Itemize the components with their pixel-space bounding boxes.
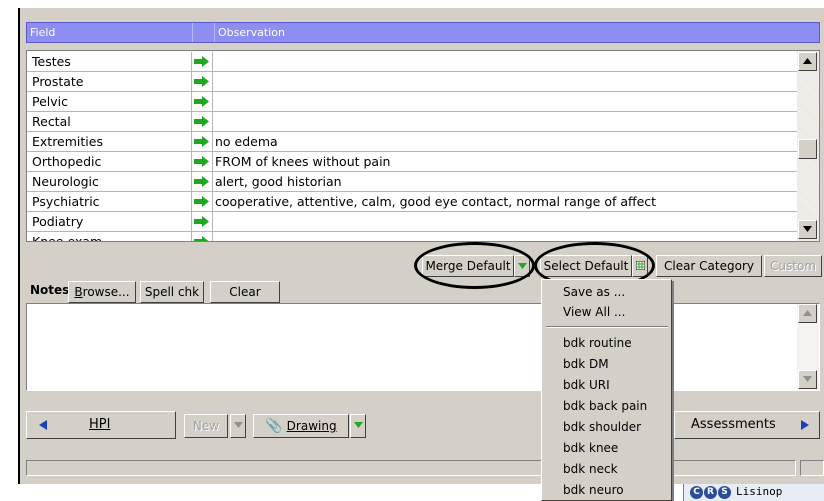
scroll-down-button[interactable] [798,220,817,239]
chevron-down-icon [354,422,363,428]
table-row[interactable]: Testes [27,52,797,72]
table-row[interactable]: Extremities no edema [27,132,797,152]
arrow-right-icon[interactable] [192,92,213,112]
crs-c-icon: C [690,486,703,499]
notes-scrollbar[interactable] [797,304,819,390]
new-button[interactable]: New [184,414,228,438]
taskbar-label: Lisinop [736,485,783,498]
menu-item-default[interactable]: bdk routine [563,336,632,350]
arrow-right-icon[interactable] [192,172,213,192]
crs-s-icon: S [718,486,731,499]
table-row[interactable]: Orthopedic FROM of knees without pain [27,152,797,172]
paperclip-icon: 📎 [265,418,283,434]
table-row[interactable]: Rectal [27,112,797,132]
observation-cell[interactable] [213,232,797,241]
status-bar-right [800,460,824,476]
field-cell[interactable]: Extremities [27,132,192,152]
custom-button[interactable]: Custom [764,255,822,277]
observation-cell[interactable]: alert, good historian [213,172,797,192]
arrow-right-icon[interactable] [192,152,213,172]
new-dropdown[interactable] [230,414,246,438]
arrow-right-icon[interactable] [192,112,213,132]
clear-category-button[interactable]: Clear Category [656,255,762,277]
hpi-nav-button[interactable]: HPI [26,411,176,439]
field-cell[interactable]: Pelvic [27,92,192,112]
menu-item-default[interactable]: bdk shoulder [563,420,641,434]
field-cell[interactable]: Knee exam [27,232,192,241]
notes-textarea[interactable] [26,303,820,391]
exam-grid: Testes Prostate Pelvic Rectal Extremities no … [26,50,820,242]
table-row[interactable]: Knee exam [27,232,797,241]
clear-notes-button[interactable]: Clear [210,281,280,303]
menu-item-view-all[interactable]: View All ... [563,305,625,319]
table-row[interactable]: Prostate [27,72,797,92]
scroll-up-icon [803,58,812,64]
arrow-right-icon[interactable] [192,192,213,212]
arrow-right-icon [801,420,809,430]
scroll-up-button[interactable] [798,52,817,71]
observation-cell[interactable]: no edema [213,132,797,152]
crs-taskbar-item[interactable]: C R S Lisinop [683,484,824,501]
arrow-column-header [193,23,215,42]
menu-separator [546,326,668,328]
table-row[interactable]: Podiatry [27,212,797,232]
arrow-right-icon[interactable] [192,132,213,152]
grid-scrollbar[interactable] [797,51,819,241]
field-cell[interactable]: Psychiatric [27,192,192,212]
scroll-up-icon [803,310,812,316]
drawing-dropdown[interactable] [350,414,366,438]
notes-scroll-down-button[interactable] [798,370,817,389]
observation-cell[interactable] [213,52,797,72]
menu-item-default[interactable]: bdk back pain [563,399,647,413]
notes-label: Notes [30,283,70,297]
table-row[interactable]: Pelvic [27,92,797,112]
field-cell[interactable]: Testes [27,52,192,72]
spell-check-button[interactable]: Spell chk [140,281,204,303]
observation-cell[interactable] [213,92,797,112]
menu-item-default[interactable]: bdk DM [563,357,609,371]
table-row[interactable]: Neurologic alert, good historian [27,172,797,192]
arrow-right-icon[interactable] [192,212,213,232]
field-cell[interactable]: Orthopedic [27,152,192,172]
observation-cell[interactable]: cooperative, attentive, calm, good eye c… [213,192,797,212]
grid-header: Field Observation [26,22,820,43]
field-cell[interactable]: Neurologic [27,172,192,192]
arrow-right-icon[interactable] [192,232,213,241]
select-default-menu: Save as ... View All ... bdk routine bdk … [541,279,672,501]
field-cell[interactable]: Prostate [27,72,192,92]
observation-cell[interactable]: FROM of knees without pain [213,152,797,172]
menu-item-default[interactable]: bdk URI [563,378,610,392]
menu-item-default[interactable]: bdk neuro [563,483,624,497]
table-row[interactable]: Psychiatric cooperative, attentive, calm,… [27,192,797,212]
highlight-circle-merge [414,242,535,289]
notes-scroll-up-button[interactable] [798,304,817,323]
arrow-right-icon[interactable] [192,52,213,72]
menu-item-default[interactable]: bdk knee [563,441,618,455]
assessments-nav-button[interactable]: Assessments [674,411,820,439]
menu-item-save-as[interactable]: Save as ... [563,285,625,297]
emr-physical-exam-window: Field Observation Testes Prostate Pelvic Re… [0,0,824,501]
field-cell[interactable]: Podiatry [27,212,192,232]
status-bar [26,460,796,476]
scroll-down-icon [803,226,812,232]
arrow-left-icon [39,420,47,430]
crs-r-icon: R [704,486,717,499]
field-cell[interactable]: Rectal [27,112,192,132]
chevron-down-icon [234,422,243,428]
menu-item-default[interactable]: bdk neck [563,462,618,476]
observation-cell[interactable] [213,112,797,132]
scroll-down-icon [803,376,812,382]
observation-cell[interactable] [213,72,797,92]
observation-cell[interactable] [213,212,797,232]
drawing-button[interactable]: 📎 Drawing [253,414,349,438]
field-column-header[interactable]: Field [27,23,193,42]
scroll-thumb[interactable] [798,139,817,159]
arrow-right-icon[interactable] [192,72,213,92]
browse-button[interactable]: Browse... [68,281,136,303]
observation-column-header[interactable]: Observation [215,23,815,42]
